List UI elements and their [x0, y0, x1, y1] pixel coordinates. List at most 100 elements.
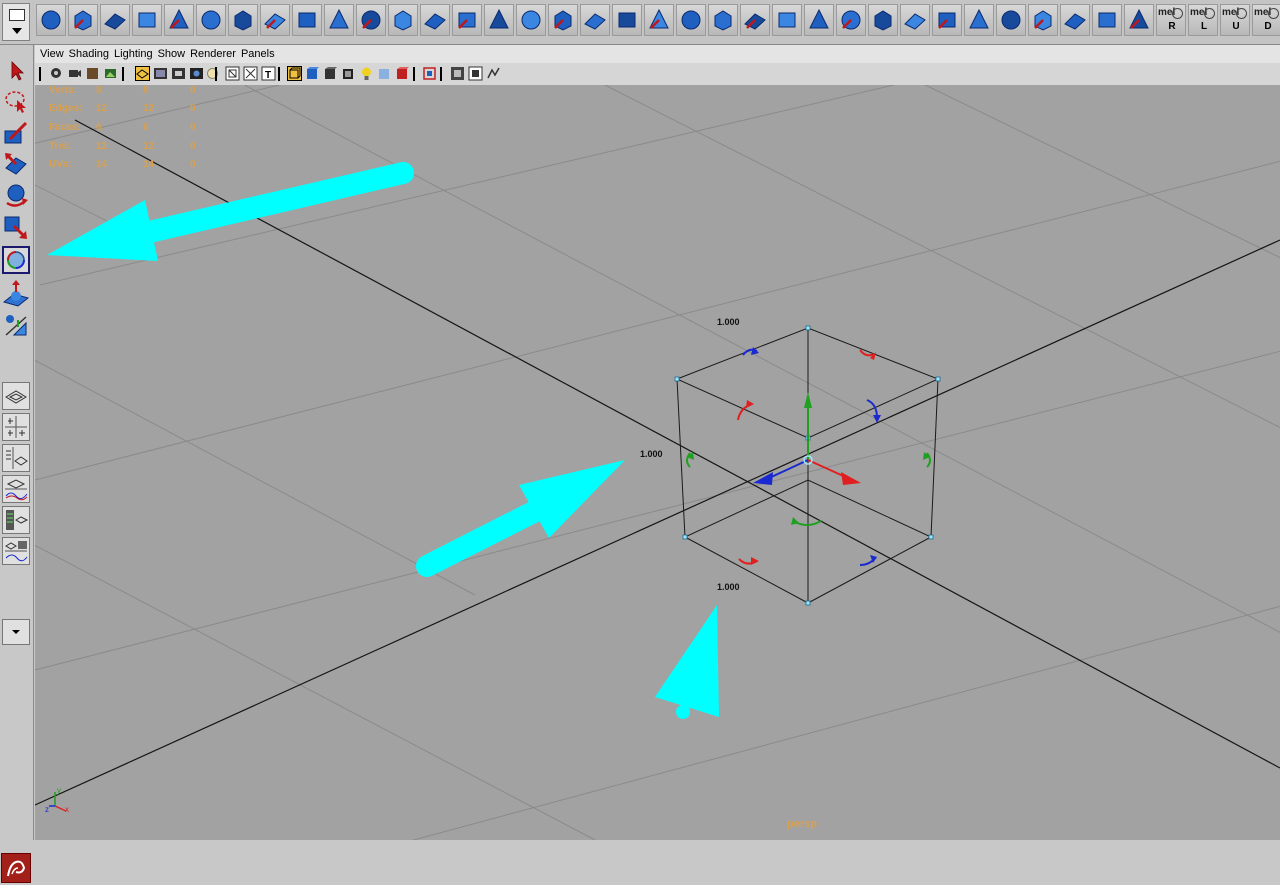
shadows-icon[interactable] — [377, 66, 392, 81]
lasso-tool-icon[interactable] — [2, 88, 30, 116]
persp-outliner-graph-layout-icon[interactable] — [2, 537, 30, 565]
poly-cylinder-icon[interactable] — [100, 4, 130, 36]
move-tool-icon[interactable] — [2, 150, 30, 178]
extract-icon[interactable] — [836, 4, 866, 36]
duplicate-face-icon[interactable] — [804, 4, 834, 36]
field-chart-icon[interactable] — [205, 66, 220, 81]
poly-cone-icon[interactable] — [132, 4, 162, 36]
poke-icon[interactable] — [740, 4, 770, 36]
camera-attributes-icon[interactable] — [67, 66, 82, 81]
menu-renderer[interactable]: Renderer — [190, 48, 236, 60]
motion-blur-icon[interactable] — [486, 66, 501, 81]
cage-icon[interactable] — [484, 4, 514, 36]
shelf-bar: mel Rmel Lmel Umel D — [0, 0, 1280, 45]
four-view-layout-icon[interactable] — [2, 413, 30, 441]
checker-icon[interactable] — [932, 4, 962, 36]
persp-graph-layout-icon[interactable] — [2, 475, 30, 503]
paint-select-tool-icon[interactable] — [2, 119, 30, 147]
mel-button-u[interactable]: mel U — [1220, 4, 1250, 36]
textured-icon[interactable] — [341, 66, 356, 81]
separate-icon[interactable] — [388, 4, 418, 36]
smooth-icon[interactable] — [452, 4, 482, 36]
menu-panels[interactable]: Panels — [241, 48, 275, 60]
screen-space-ao-icon[interactable] — [468, 66, 483, 81]
select-tool-icon[interactable] — [2, 57, 30, 85]
uv-snapshot-icon[interactable] — [1028, 4, 1058, 36]
outliner-persp-layout-icon[interactable] — [2, 444, 30, 472]
cube-wireframe[interactable] — [675, 327, 940, 604]
mel-button-r[interactable]: mel R — [1156, 4, 1186, 36]
poly-torus-icon[interactable] — [196, 4, 226, 36]
wireframe-shading-icon[interactable] — [287, 66, 302, 81]
poly-cube-icon[interactable] — [68, 4, 98, 36]
sculpt-icon[interactable] — [868, 4, 898, 36]
wedge-icon[interactable] — [772, 4, 802, 36]
uv-layout-icon[interactable] — [964, 4, 994, 36]
texture-icon[interactable] — [1060, 4, 1090, 36]
soft-modification-tool-icon[interactable] — [2, 280, 30, 308]
insert-edge-loop-icon[interactable] — [676, 4, 706, 36]
append-polygon-icon[interactable] — [580, 4, 610, 36]
wireframe-on-shaded-icon[interactable] — [323, 66, 338, 81]
show-manipulator-icon[interactable] — [2, 311, 30, 339]
poly-pipe-icon[interactable] — [260, 4, 290, 36]
toolbar-separator — [215, 67, 217, 81]
gate-mask-icon[interactable] — [189, 66, 204, 81]
poly-prism-icon[interactable] — [228, 4, 258, 36]
rotate-tool-icon[interactable] — [2, 181, 30, 209]
combine-icon[interactable] — [356, 4, 386, 36]
uv-editor-icon[interactable] — [996, 4, 1026, 36]
dimension-label-bottom: 1.000 — [717, 582, 740, 592]
menu-lighting[interactable]: Lighting — [114, 48, 153, 60]
menu-shading[interactable]: Shading — [69, 48, 109, 60]
film-gate-icon[interactable] — [153, 66, 168, 81]
poly-soccer-ball-icon[interactable] — [324, 4, 354, 36]
shelf-tab-menu-button[interactable] — [2, 3, 30, 41]
annotation-arrows — [47, 162, 719, 719]
bookmarks-icon[interactable] — [85, 66, 100, 81]
svg-text:y: y — [57, 786, 61, 795]
mel-button-l[interactable]: mel L — [1188, 4, 1218, 36]
universal-manipulator-icon[interactable] — [2, 246, 30, 274]
merge-icon[interactable] — [612, 4, 642, 36]
xray-icon[interactable] — [395, 66, 410, 81]
layouts-dropdown-button[interactable] — [2, 619, 30, 645]
menu-view[interactable]: View — [40, 48, 64, 60]
hypershade-layout-icon[interactable] — [2, 506, 30, 534]
menu-show[interactable]: Show — [158, 48, 186, 60]
poly-plane-icon[interactable] — [164, 4, 194, 36]
mel-button-d[interactable]: mel D — [1252, 4, 1280, 36]
resolution-gate-icon[interactable] — [171, 66, 186, 81]
boolean-icon[interactable] — [420, 4, 450, 36]
maya-logo-icon[interactable] — [1, 853, 31, 883]
shelf-icons: mel Rmel Lmel Umel D — [36, 4, 1280, 38]
safe-title-icon[interactable]: T — [261, 66, 276, 81]
shape-icon[interactable] — [1124, 4, 1154, 36]
poly-helix-icon[interactable] — [292, 4, 322, 36]
annotation-arrow-left — [47, 162, 414, 261]
extrude-icon[interactable] — [516, 4, 546, 36]
image-plane-icon[interactable] — [103, 66, 118, 81]
mel-caption: U — [1232, 21, 1240, 32]
select-camera-icon[interactable] — [49, 66, 64, 81]
bridge-icon[interactable] — [548, 4, 578, 36]
offset-edge-loop-icon[interactable] — [708, 4, 738, 36]
svg-text:T: T — [265, 70, 271, 81]
grid-toggle-icon[interactable] — [135, 66, 150, 81]
single-perspective-layout-icon[interactable] — [2, 382, 30, 410]
scale-tool-icon[interactable] — [2, 212, 30, 240]
wireframe-icon[interactable] — [225, 66, 240, 81]
perspective-viewport[interactable]: y z x Verts: 8 8 0 Edges: 12 12 0 Faces: 6 6 0 Tr… — [35, 85, 1280, 840]
use-all-lights-icon[interactable] — [359, 66, 374, 81]
hires-texture-icon[interactable] — [450, 66, 465, 81]
poly-sphere-icon[interactable] — [36, 4, 66, 36]
smooth-shade-icon[interactable] — [305, 66, 320, 81]
safe-action-icon[interactable] — [243, 66, 258, 81]
panel-toolbar: T — [35, 63, 1280, 86]
split-polygon-icon[interactable] — [644, 4, 674, 36]
soft-select-icon[interactable] — [900, 4, 930, 36]
mel-swirl-icon — [1236, 8, 1247, 19]
isolate-select-icon[interactable] — [422, 66, 437, 81]
toolbar-separator — [440, 67, 442, 81]
bevel-icon[interactable] — [1092, 4, 1122, 36]
